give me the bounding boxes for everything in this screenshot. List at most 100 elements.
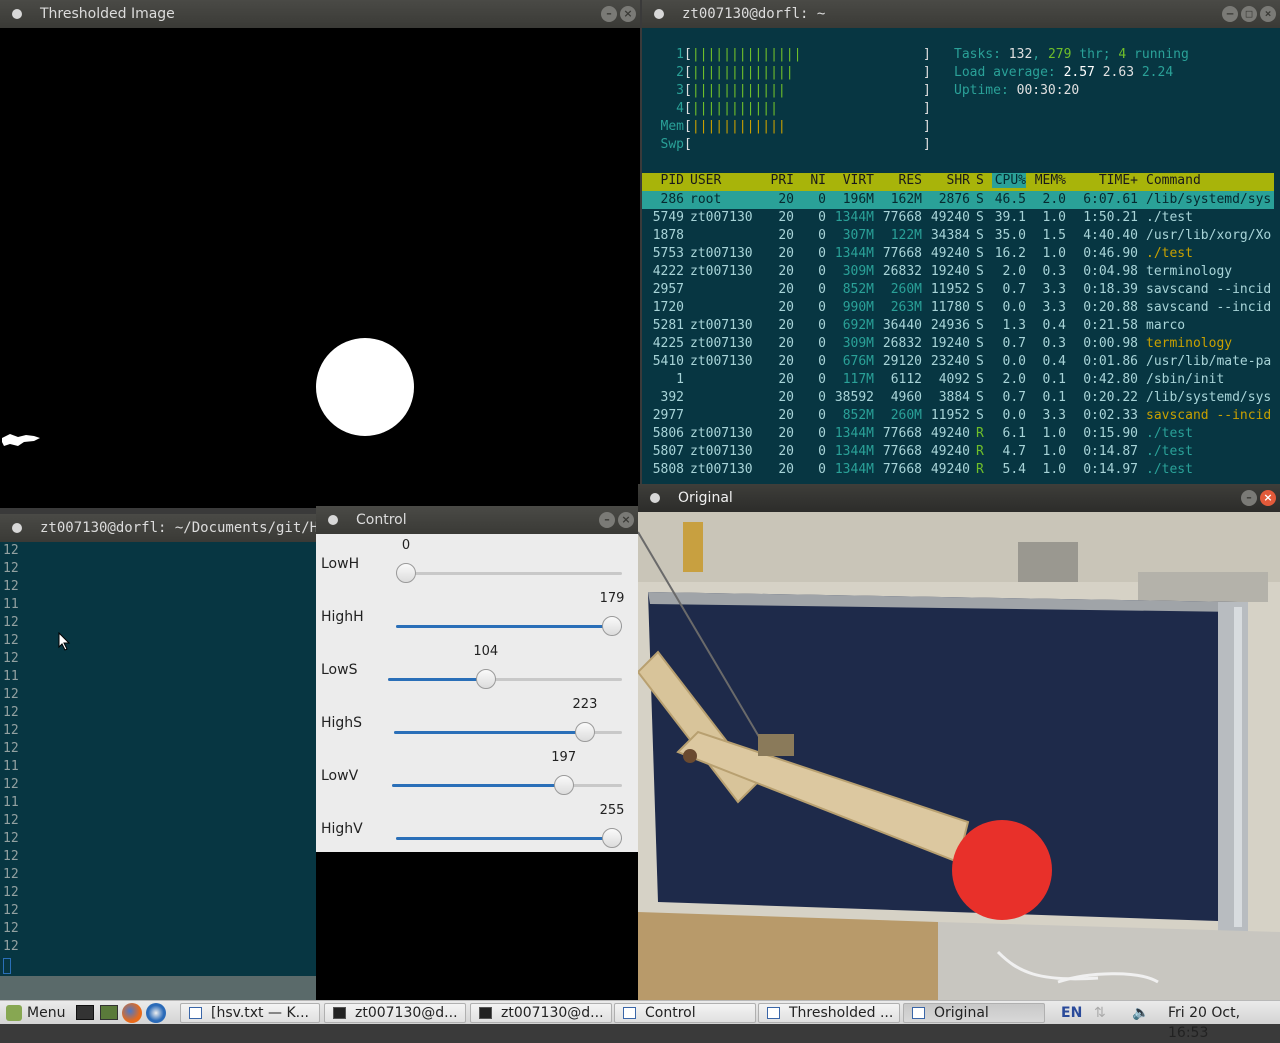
- process-cell-s: S: [976, 209, 986, 227]
- process-cell-cmd: marco: [1146, 317, 1276, 335]
- process-row[interactable]: 286root200196M162M2876S46.52.06:07.61/li…: [642, 191, 1274, 209]
- slider-track[interactable]: [388, 678, 622, 681]
- process-row[interactable]: 5749zt0071302001344M7766849240S39.11.01:…: [642, 209, 1274, 227]
- clock[interactable]: Fri 20 Oct, 16:53: [1168, 1003, 1280, 1043]
- process-row[interactable]: 4225zt007130200309M2683219240S0.70.30:00…: [642, 335, 1274, 353]
- minimize-button[interactable]: –: [599, 512, 615, 528]
- taskbar-window-button[interactable]: zt007130@d...: [470, 1003, 612, 1023]
- process-row[interactable]: 4222zt007130200309M2683219240S2.00.30:04…: [642, 263, 1274, 281]
- maximize-button[interactable]: □: [1241, 6, 1257, 22]
- slider-lows: LowS104: [316, 644, 638, 697]
- taskbar-window-label: zt007130@d...: [501, 1005, 604, 1021]
- taskbar-window-button[interactable]: zt007130@d...: [324, 1003, 466, 1023]
- process-cell-cpu: 39.1: [992, 209, 1026, 227]
- process-cell-cpu: 0.0: [992, 407, 1026, 425]
- taskbar-window-button[interactable]: Thresholded ...: [758, 1003, 900, 1023]
- titlebar[interactable]: Thresholded Image – ×: [0, 0, 640, 28]
- process-cell-pri: 20: [766, 227, 794, 245]
- process-table-header[interactable]: PID USERPRINIVIRTRESSHR S CPU% MEM% TIME+ Comm…: [642, 173, 1274, 191]
- titlebar[interactable]: Original – ×: [638, 484, 1280, 512]
- process-row[interactable]: 5806zt0071302001344M7766849240R6.11.00:1…: [642, 425, 1274, 443]
- process-cell-cpu: 0.0: [992, 299, 1026, 317]
- volume-icon[interactable]: 🔈: [1132, 1003, 1149, 1023]
- slider-label: HighH: [321, 609, 364, 625]
- close-button[interactable]: ×: [618, 512, 634, 528]
- process-row[interactable]: 5410zt007130200676M2912023240S0.00.40:01…: [642, 353, 1274, 371]
- column-header[interactable]: VIRT: [826, 173, 874, 188]
- show-desktop-icon[interactable]: [76, 1005, 94, 1020]
- taskbar-window-button[interactable]: Original: [903, 1003, 1045, 1023]
- language-indicator[interactable]: EN: [1061, 1003, 1082, 1023]
- column-header[interactable]: Command: [1146, 173, 1276, 188]
- process-cell-ni: 0: [794, 299, 826, 317]
- process-row[interactable]: 1720200990M263M11780S0.03.30:20.88savsca…: [642, 299, 1274, 317]
- titlebar[interactable]: Control – ×: [316, 506, 638, 534]
- terminal-icon: [333, 1007, 346, 1019]
- cpu-meter-row: 4[|||||||||||]: [658, 100, 778, 118]
- column-header[interactable]: PID: [650, 173, 684, 188]
- window-menu-icon[interactable]: [12, 9, 22, 19]
- htop-screen[interactable]: 1[||||||||||||||]2[|||||||||||||]3[|||||…: [642, 28, 1280, 486]
- menu-button[interactable]: Menu: [27, 1003, 65, 1023]
- thunderbird-icon[interactable]: [146, 1003, 166, 1023]
- process-cell-mem: 1.0: [1032, 245, 1066, 263]
- process-row[interactable]: 2977200852M260M11952S0.03.30:02.33savsca…: [642, 407, 1274, 425]
- column-header[interactable]: USER: [690, 173, 766, 188]
- process-row[interactable]: 1878200307M122M34384S35.01.54:40.40/usr/…: [642, 227, 1274, 245]
- taskbar-window-button[interactable]: Control: [614, 1003, 756, 1023]
- window-menu-icon[interactable]: [654, 9, 664, 19]
- process-cell-user: zt007130: [690, 335, 766, 353]
- column-header[interactable]: S: [976, 173, 986, 188]
- slider-handle[interactable]: [602, 616, 622, 636]
- terminal-line: 12: [3, 920, 318, 938]
- window-menu-icon[interactable]: [650, 493, 660, 503]
- minimize-button[interactable]: –: [601, 6, 617, 22]
- slider-handle[interactable]: [602, 828, 622, 848]
- column-header[interactable]: PRI: [766, 173, 794, 188]
- process-row[interactable]: 5753zt0071302001344M7766849240S16.21.00:…: [642, 245, 1274, 263]
- process-row[interactable]: 5808zt0071302001344M7766849240R5.41.00:1…: [642, 461, 1274, 479]
- slider-track[interactable]: [396, 625, 622, 628]
- window-menu-icon[interactable]: [328, 515, 338, 525]
- column-header[interactable]: RES: [874, 173, 922, 188]
- slider-handle[interactable]: [396, 563, 416, 583]
- process-row[interactable]: 3922003859249603884S0.70.10:20.22/lib/sy…: [642, 389, 1274, 407]
- close-button[interactable]: ×: [620, 6, 636, 22]
- minimize-button[interactable]: –: [1222, 6, 1238, 22]
- titlebar[interactable]: zt007130@dorfl: ~ – □ ×: [642, 0, 1280, 28]
- slider-handle[interactable]: [554, 775, 574, 795]
- htop-window: zt007130@dorfl: ~ – □ × 1[||||||||||||||…: [642, 0, 1280, 486]
- taskbar-window-button[interactable]: [hsv.txt — K...: [180, 1003, 320, 1023]
- process-cell-shr: 34384: [922, 227, 970, 245]
- slider-track[interactable]: [396, 837, 622, 840]
- terminal-output[interactable]: 1212121112121211121212121112111212121212…: [0, 542, 318, 976]
- titlebar[interactable]: zt007130@dorfl: ~/Documents/git/Har: [0, 514, 318, 542]
- slider-track[interactable]: [392, 784, 622, 787]
- process-row[interactable]: 1200117M61124092S2.00.10:42.80/sbin/init: [642, 371, 1274, 389]
- minimize-button[interactable]: –: [1241, 490, 1257, 506]
- process-cell-pri: 20: [766, 443, 794, 461]
- taskbar-window-label: zt007130@d...: [355, 1005, 458, 1021]
- mint-menu-icon[interactable]: [6, 1005, 22, 1021]
- red-ball: [952, 820, 1052, 920]
- terminal-launcher-icon[interactable]: [100, 1005, 118, 1020]
- column-header[interactable]: TIME+: [1074, 173, 1138, 188]
- close-button[interactable]: ×: [1260, 490, 1276, 506]
- process-cell-user: zt007130: [690, 425, 766, 443]
- column-header[interactable]: CPU%: [992, 173, 1026, 188]
- column-header[interactable]: SHR: [922, 173, 970, 188]
- firefox-icon[interactable]: [122, 1003, 142, 1023]
- slider-handle[interactable]: [476, 669, 496, 689]
- process-cell-time: 0:14.97: [1074, 461, 1138, 479]
- process-row[interactable]: 2957200852M260M11952S0.73.30:18.39savsca…: [642, 281, 1274, 299]
- window-menu-icon[interactable]: [12, 523, 22, 533]
- column-header[interactable]: NI: [794, 173, 826, 188]
- network-icon[interactable]: ⇅: [1094, 1003, 1106, 1023]
- column-header[interactable]: MEM%: [1032, 173, 1066, 188]
- process-row[interactable]: 5281zt007130200692M3644024936S1.30.40:21…: [642, 317, 1274, 335]
- slider-handle[interactable]: [575, 722, 595, 742]
- process-row[interactable]: 5807zt0071302001344M7766849240R4.71.00:1…: [642, 443, 1274, 461]
- close-button[interactable]: ×: [1260, 6, 1276, 22]
- slider-track[interactable]: [396, 572, 622, 575]
- process-cell-shr: 19240: [922, 335, 970, 353]
